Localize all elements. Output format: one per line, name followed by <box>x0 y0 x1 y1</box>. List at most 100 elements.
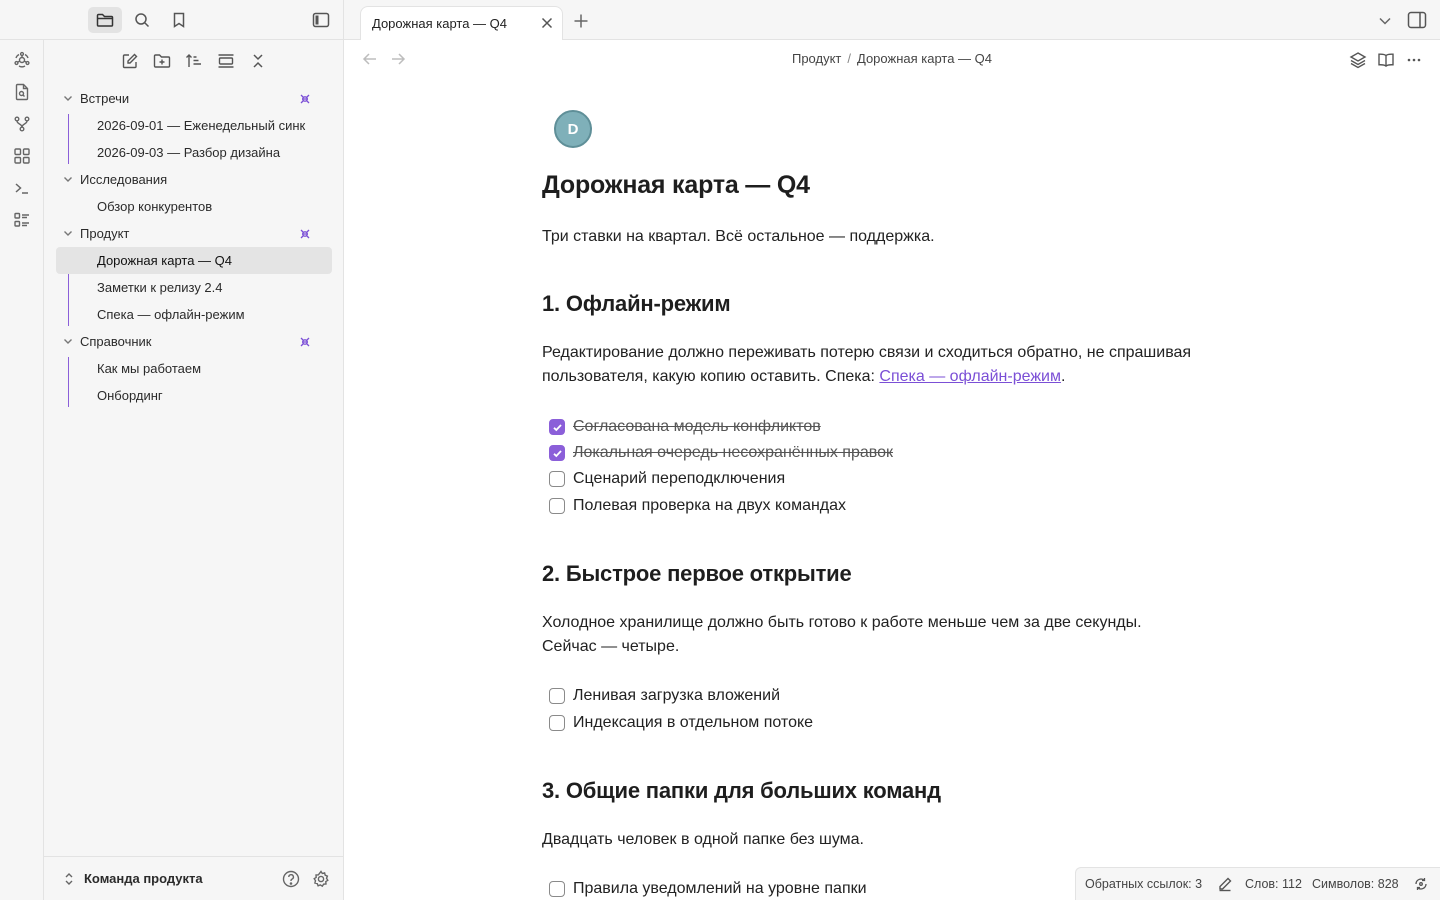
book-open-icon[interactable] <box>1377 51 1395 69</box>
file-search-icon <box>15 83 29 101</box>
file-label: 2026-09-01 — Еженедельный синк <box>97 118 306 133</box>
task-checkbox[interactable] <box>549 715 565 731</box>
chevron-down-icon <box>64 231 72 236</box>
file-item[interactable]: 2026-09-03 — Разбор дизайна <box>56 139 332 166</box>
section-heading: 2. Быстрое первое открытие <box>542 561 852 586</box>
ribbon <box>0 40 44 900</box>
check-icon <box>552 449 562 457</box>
file-item-active[interactable]: Дорожная карта — Q4 <box>56 247 332 274</box>
folder-label: Исследования <box>80 172 168 187</box>
task-checkbox[interactable] <box>549 498 565 514</box>
pencil-icon[interactable] <box>1217 876 1233 892</box>
task-item: Локальная очередь несохранённых правок <box>549 441 893 465</box>
task-checkbox[interactable] <box>549 471 565 487</box>
task-text: Локальная очередь несохранённых правок <box>573 444 893 461</box>
open-file-button[interactable] <box>10 80 34 104</box>
settings-icon[interactable] <box>311 869 331 889</box>
folder-product[interactable]: Продукт <box>56 220 332 247</box>
collapse-all-button[interactable] <box>246 49 270 73</box>
search-icon <box>135 13 150 28</box>
chevron-down-icon <box>64 339 72 344</box>
file-item[interactable]: 2026-09-01 — Еженедельный синк <box>56 112 332 139</box>
task-text: Согласована модель конфликтов <box>573 418 821 435</box>
vault-name[interactable]: Команда продукта <box>84 871 203 886</box>
section-paragraph: Редактирование должно переживать потерю … <box>542 341 1242 389</box>
graph-icon <box>14 51 30 68</box>
search-tab-button[interactable] <box>125 7 159 33</box>
auto-reveal-button[interactable] <box>214 49 238 73</box>
tab-active[interactable]: Дорожная карта — Q4 <box>360 6 563 40</box>
sidebar-header <box>0 0 344 40</box>
char-count: Символов: 828 <box>1312 877 1399 891</box>
graph-view-button[interactable] <box>10 48 34 72</box>
check-icon <box>552 423 562 431</box>
task-text: Индексация в отдельном потоке <box>573 714 814 731</box>
chevrons-collapse-icon <box>253 54 263 68</box>
task-text: Правила уведомлений на уровне папки <box>573 880 867 897</box>
folder-research[interactable]: Исследования <box>56 166 332 193</box>
section-heading: 1. Офлайн-режим <box>542 291 731 316</box>
task-checkbox[interactable] <box>549 445 565 461</box>
file-explorer: Встречи 2026-09-01 — Еженедельный синк 2… <box>44 40 344 900</box>
task-item: Полевая проверка на двух командах <box>549 494 846 518</box>
reveal-icon <box>218 54 234 68</box>
sort-icon <box>186 54 201 67</box>
file-item[interactable]: Как мы работаем <box>56 355 332 382</box>
task-checkbox[interactable] <box>549 881 565 897</box>
task-item: Согласована модель конфликтов <box>549 415 821 439</box>
breadcrumb: Продукт / Дорожная карта — Q4 <box>344 51 1440 66</box>
help-icon[interactable] <box>281 869 301 889</box>
backlinks-count[interactable]: Обратных ссылок: 3 <box>1085 877 1202 891</box>
tab-title: Дорожная карта — Q4 <box>372 16 508 31</box>
task-item: Правила уведомлений на уровне папки <box>549 877 867 900</box>
blocks-icon <box>14 148 30 164</box>
more-horizontal-icon[interactable] <box>1405 51 1423 69</box>
file-label: Спека — офлайн-режим <box>97 307 245 322</box>
breadcrumb-folder[interactable]: Продукт <box>792 51 841 66</box>
chevron-down-icon[interactable] <box>1377 13 1393 29</box>
chevron-down-icon <box>64 177 72 182</box>
folder-reference-children: Как мы работаем Онбординг <box>56 355 332 409</box>
new-note-button[interactable] <box>118 49 142 73</box>
file-item[interactable]: Спека — офлайн-режим <box>56 301 332 328</box>
file-item[interactable]: Онбординг <box>56 382 332 409</box>
tasks-button[interactable] <box>10 208 34 232</box>
word-count: Слов: 112 <box>1245 877 1302 891</box>
close-icon[interactable] <box>540 16 554 30</box>
task-item: Индексация в отдельном потоке <box>549 711 813 735</box>
folder-reference[interactable]: Справочник <box>56 328 332 355</box>
paragraph-line: пользователя, какую копию оставить. Спек… <box>542 368 880 385</box>
git-button[interactable] <box>10 112 34 136</box>
sync-badge-icon <box>300 94 310 104</box>
file-item[interactable]: Обзор конкурентов <box>56 193 332 220</box>
file-item[interactable]: Заметки к релизу 2.4 <box>56 274 332 301</box>
paragraph-line: Холодное хранилище должно быть готово к … <box>542 614 1142 631</box>
vault-switcher: Команда продукта <box>44 856 344 900</box>
bookmarks-tab-button[interactable] <box>162 7 196 33</box>
plus-icon[interactable] <box>572 12 590 30</box>
task-checkbox[interactable] <box>549 688 565 704</box>
task-checkbox[interactable] <box>549 419 565 435</box>
sidebar-left-icon <box>312 12 330 28</box>
file-label: Заметки к релизу 2.4 <box>97 280 223 295</box>
chevron-up-down-icon[interactable] <box>62 871 76 887</box>
sidebar-right-icon[interactable] <box>1407 11 1427 29</box>
sidebar-toggle-button[interactable] <box>304 7 338 33</box>
folder-meetings[interactable]: Встречи <box>56 85 332 112</box>
list-checks-icon <box>14 212 29 227</box>
canvas-button[interactable] <box>10 144 34 168</box>
new-folder-button[interactable] <box>150 49 174 73</box>
sync-status-icon[interactable] <box>1413 876 1429 892</box>
file-label: Дорожная карта — Q4 <box>97 253 233 268</box>
layers-icon[interactable] <box>1349 51 1367 69</box>
breadcrumb-file[interactable]: Дорожная карта — Q4 <box>857 51 992 66</box>
internal-link[interactable]: Спека — офлайн-режим <box>879 368 1061 385</box>
file-label: Как мы работаем <box>97 361 202 376</box>
files-tab-button[interactable] <box>88 7 122 33</box>
sort-button[interactable] <box>182 49 206 73</box>
folder-meetings-children: 2026-09-01 — Еженедельный синк 2026-09-0… <box>56 112 332 166</box>
note-title: Дорожная карта — Q4 <box>542 171 810 199</box>
command-palette-button[interactable] <box>10 176 34 200</box>
file-tree: Встречи 2026-09-01 — Еженедельный синк 2… <box>56 85 332 409</box>
avatar: D <box>554 110 592 148</box>
